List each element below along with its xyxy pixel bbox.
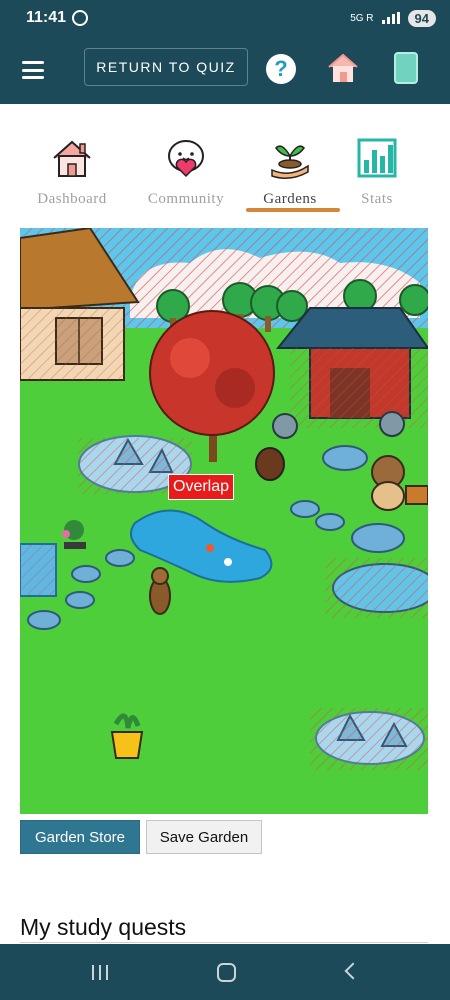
tab-community[interactable]: Community <box>136 130 236 210</box>
back-icon[interactable] <box>344 962 362 980</box>
tab-dashboard-label: Dashboard <box>37 191 107 207</box>
quests-heading: My study quests <box>20 914 187 940</box>
hamburger-menu-icon[interactable] <box>22 61 44 79</box>
otter <box>149 567 171 615</box>
signal-icon <box>381 12 400 24</box>
garden-actions: Garden Store Save Garden <box>20 820 262 854</box>
fountain <box>20 543 57 597</box>
house-icon <box>53 140 91 177</box>
rock-pool-bottom <box>310 708 428 770</box>
tab-bar: Dashboard Community Gardens Stats <box>0 130 450 212</box>
recent-apps-icon[interactable] <box>92 965 108 980</box>
tab-stats-label: Stats <box>361 191 393 207</box>
taiko-drum <box>255 447 285 481</box>
bench <box>405 485 428 505</box>
network-label: 5G R <box>350 12 374 24</box>
garden-canvas[interactable]: Overlap <box>20 228 428 814</box>
home-icon[interactable] <box>326 52 360 84</box>
bar-chart-icon <box>357 138 397 178</box>
shrine <box>275 307 428 428</box>
heart-face-icon <box>168 140 204 178</box>
garden-scene <box>20 228 428 814</box>
home-nav-icon[interactable] <box>217 963 236 982</box>
overlap-warning-label: Overlap <box>168 474 235 500</box>
sprout-hand-icon <box>271 145 309 179</box>
status-bar: 11:41 5G R 94 <box>0 0 450 36</box>
status-time: 11:41 <box>26 9 67 26</box>
tab-gardens[interactable]: Gardens <box>240 130 340 212</box>
rock-pool-right <box>325 558 428 618</box>
help-icon[interactable]: ? <box>266 54 296 84</box>
app-bar: RETURN TO QUIZ ? <box>0 36 450 104</box>
status-indicators: 5G R 94 <box>350 9 436 27</box>
tab-gardens-label: Gardens <box>263 191 317 207</box>
section-divider <box>20 942 428 943</box>
book-icon[interactable] <box>394 52 418 84</box>
whatsapp-icon <box>72 10 89 26</box>
save-garden-button[interactable]: Save Garden <box>146 820 262 854</box>
return-to-quiz-button[interactable]: RETURN TO QUIZ <box>84 48 248 86</box>
tab-stats[interactable]: Stats <box>327 130 427 210</box>
tanuki <box>371 455 405 511</box>
system-nav-bar <box>0 944 450 1000</box>
tab-dashboard[interactable]: Dashboard <box>22 130 122 210</box>
tab-community-label: Community <box>147 191 225 207</box>
garden-store-button[interactable]: Garden Store <box>20 820 140 854</box>
battery-badge: 94 <box>407 9 436 27</box>
potted-plant <box>110 713 144 759</box>
active-tab-indicator <box>246 208 340 212</box>
